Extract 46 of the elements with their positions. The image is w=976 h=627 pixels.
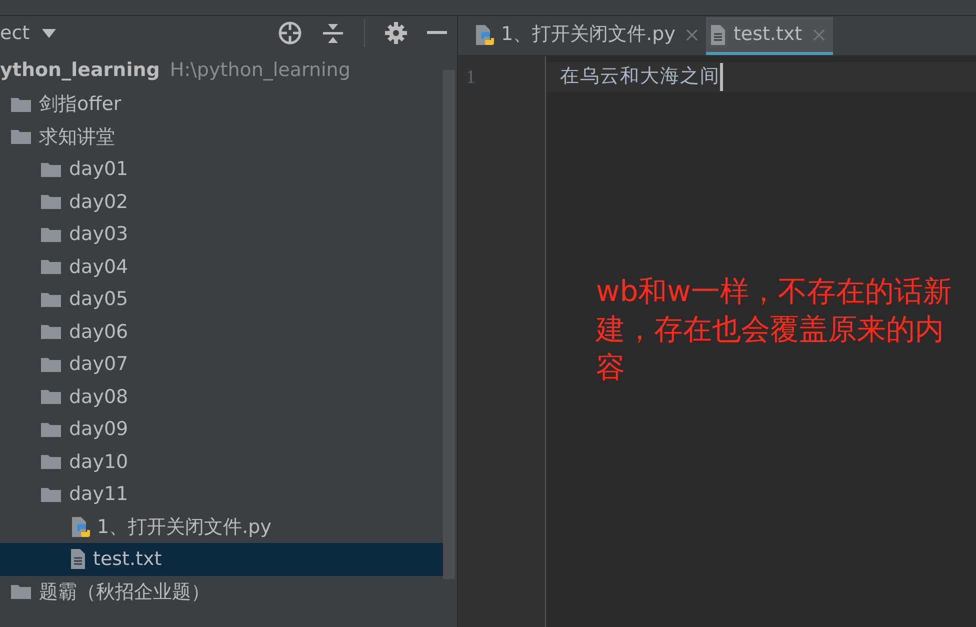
tree-item[interactable]: day01	[0, 153, 443, 186]
folder-icon	[10, 583, 32, 600]
tree-item[interactable]: 剑指offer	[0, 88, 443, 120]
code-line: 在乌云和大海之间	[560, 64, 720, 90]
editor-tab[interactable]: 1、打开关闭文件.py	[470, 17, 706, 55]
folder-icon	[40, 486, 62, 503]
crosshair-icon[interactable]	[278, 21, 302, 45]
folder-icon	[40, 160, 62, 178]
editor-tab[interactable]: test.txt	[706, 17, 834, 55]
folder-icon	[40, 193, 62, 210]
tree-item[interactable]: 题霸（秋招企业题）	[0, 576, 443, 608]
folder-icon	[40, 453, 62, 470]
folder-icon	[40, 388, 62, 406]
tree-item[interactable]: 1、打开关闭文件.py	[0, 510, 443, 543]
tree-root[interactable]: ython_learning H:\python_learning	[0, 50, 443, 88]
caret-icon[interactable]	[42, 28, 56, 38]
python-file-icon	[70, 516, 90, 538]
tree-item[interactable]: day10	[0, 446, 443, 478]
folder-icon	[10, 128, 32, 146]
text-file-icon	[70, 548, 86, 570]
tree-item[interactable]: 求知讲堂	[0, 120, 443, 153]
annotation-text: wb和w一样，不存在的话新建，存在也会覆盖原来的内容	[596, 273, 953, 386]
minimize-icon[interactable]	[427, 31, 447, 35]
folder-icon	[40, 356, 62, 373]
folder-icon	[40, 323, 62, 340]
text-file-icon	[710, 24, 726, 46]
tree-item[interactable]: day04	[0, 250, 443, 283]
tree-item[interactable]: day05	[0, 283, 443, 316]
tree-item[interactable]: day06	[0, 316, 443, 348]
tree-item[interactable]: day11	[0, 478, 443, 510]
tree-item[interactable]: day02	[0, 186, 443, 218]
folder-icon	[40, 290, 62, 308]
tree-item[interactable]: day09	[0, 413, 443, 446]
scrollbar[interactable]	[443, 70, 455, 579]
tree-item[interactable]: test.txt	[0, 543, 443, 576]
folder-icon	[40, 226, 62, 243]
folder-icon	[10, 96, 32, 113]
tree-item[interactable]: day08	[0, 380, 443, 413]
collapse-all-icon[interactable]	[322, 22, 344, 44]
settings-icon[interactable]	[385, 22, 407, 44]
folder-icon	[40, 420, 62, 438]
panel-title[interactable]: ect	[0, 18, 30, 48]
tree-item[interactable]: day03	[0, 218, 443, 250]
tree-item[interactable]: day07	[0, 348, 443, 380]
folder-icon	[40, 258, 62, 276]
python-file-icon	[474, 24, 494, 46]
